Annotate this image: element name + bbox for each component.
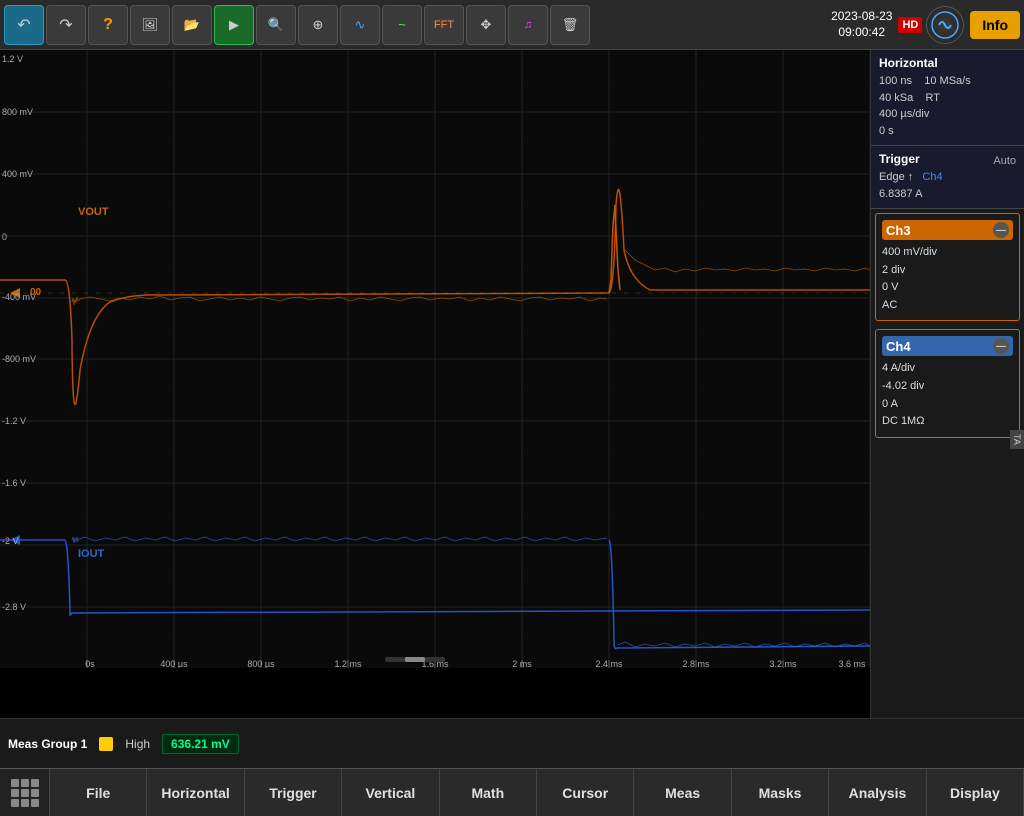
file-button[interactable]: 📂 bbox=[172, 5, 212, 45]
high-label: High bbox=[125, 737, 150, 751]
ch4-values: 4 A/div -4.02 div 0 A DC 1MΩ bbox=[882, 360, 1013, 430]
trigger-level: 6.8387 A bbox=[879, 186, 1016, 203]
menu-display[interactable]: Display bbox=[927, 769, 1024, 816]
hd-badge: HD bbox=[898, 17, 922, 33]
meas-bar: Meas Group 1 High 636.21 mV bbox=[0, 718, 1024, 768]
menu-file[interactable]: File bbox=[50, 769, 147, 816]
math-button[interactable]: ∿ bbox=[340, 5, 380, 45]
svg-text:1.2 V: 1.2 V bbox=[2, 54, 23, 64]
svg-text:800 µs: 800 µs bbox=[247, 659, 275, 668]
ch3-coupling: AC bbox=[882, 297, 1013, 315]
redo-button[interactable]: ↷ bbox=[46, 5, 86, 45]
ta-label: TA bbox=[1010, 430, 1024, 449]
wave-button[interactable]: ~ bbox=[382, 5, 422, 45]
timebase-value: 100 ns 10 MSa/s bbox=[879, 73, 1016, 90]
rt-mode: RT bbox=[925, 92, 939, 104]
svg-text:400 µs: 400 µs bbox=[160, 659, 188, 668]
ch3-header: Ch3 — bbox=[882, 220, 1013, 240]
svg-text:2.8 ms: 2.8 ms bbox=[682, 659, 710, 668]
horizontal-title: Horizontal bbox=[879, 56, 1016, 70]
meas-icon bbox=[99, 737, 113, 751]
ch3-div: 2 div bbox=[882, 262, 1013, 280]
trigger-values: Edge ↑ Ch4 6.8387 A bbox=[879, 169, 1016, 202]
svg-text:-2 V: -2 V bbox=[2, 536, 19, 546]
menu-trigger[interactable]: Trigger bbox=[245, 769, 342, 816]
svg-text:VOUT: VOUT bbox=[78, 206, 109, 218]
ch3-title: Ch3 bbox=[886, 223, 911, 238]
svg-text:-C4: -C4 bbox=[2, 667, 17, 668]
grid-menu-button[interactable] bbox=[0, 769, 50, 816]
svg-text:800 mV: 800 mV bbox=[2, 107, 33, 117]
screenshot-button[interactable]: 🖼 bbox=[130, 5, 170, 45]
time-text: 09:00:42 bbox=[831, 25, 892, 41]
horizontal-values: 100 ns 10 MSa/s 40 kSa RT 400 µs/div 0 s bbox=[879, 73, 1016, 139]
menu-meas[interactable]: Meas bbox=[634, 769, 731, 816]
ch4-div: -4.02 div bbox=[882, 378, 1013, 396]
ch4-coupling: DC 1MΩ bbox=[882, 413, 1013, 431]
ch4-section: Ch4 — 4 A/div -4.02 div 0 A DC 1MΩ bbox=[875, 329, 1020, 437]
ch3-section: Ch3 — 400 mV/div 2 div 0 V AC bbox=[875, 213, 1020, 321]
horizontal-section: Horizontal 100 ns 10 MSa/s 40 kSa RT 400… bbox=[871, 50, 1024, 146]
fft-button[interactable]: FFT bbox=[424, 5, 464, 45]
cursor-button[interactable]: ⊕ bbox=[298, 5, 338, 45]
svg-text:-800 mV: -800 mV bbox=[2, 354, 36, 364]
toolbar: ↶ ↷ ? 🖼 📂 ▶ 🔍 ⊕ ∿ ~ FFT ✥ ♫ 🗑 2023-08-23… bbox=[0, 0, 1024, 50]
ch4-header: Ch4 — bbox=[882, 336, 1013, 356]
high-value: 636.21 mV bbox=[162, 734, 239, 754]
undo-button[interactable]: ↶ bbox=[4, 5, 44, 45]
ch3-minus-button[interactable]: — bbox=[993, 222, 1009, 238]
menu-bar: File Horizontal Trigger Vertical Math Cu… bbox=[0, 768, 1024, 816]
div-value: 400 µs/div bbox=[879, 106, 1016, 123]
scope-area[interactable]: 00 VOUT IOUT -C4 bbox=[0, 50, 870, 718]
trigger-title: Trigger bbox=[879, 152, 920, 166]
sample-count: 40 kSa bbox=[879, 92, 913, 104]
help-button[interactable]: ? bbox=[88, 5, 128, 45]
grid-icon bbox=[11, 779, 39, 807]
svg-text:-2.8 V: -2.8 V bbox=[2, 602, 26, 612]
trigger-section: Trigger Auto Edge ↑ Ch4 6.8387 A bbox=[871, 146, 1024, 209]
trigger-mode: Auto bbox=[993, 155, 1016, 167]
ch3-values: 400 mV/div 2 div 0 V AC bbox=[882, 244, 1013, 314]
svg-text:2.4 ms: 2.4 ms bbox=[595, 659, 623, 668]
svg-text:3.2 ms: 3.2 ms bbox=[769, 659, 797, 668]
ch4-minus-button[interactable]: — bbox=[993, 338, 1009, 354]
menu-math[interactable]: Math bbox=[440, 769, 537, 816]
ch4-offset: 0 A bbox=[882, 396, 1013, 414]
svg-text:-1.6 V: -1.6 V bbox=[2, 478, 26, 488]
menu-horizontal[interactable]: Horizontal bbox=[147, 769, 244, 816]
ch3-volts-div: 400 mV/div bbox=[882, 244, 1013, 262]
right-panel: Horizontal 100 ns 10 MSa/s 40 kSa RT 400… bbox=[870, 50, 1024, 718]
svg-text:-1.2 V: -1.2 V bbox=[2, 416, 26, 426]
date-text: 2023-08-23 bbox=[831, 9, 892, 25]
ch4-amps-div: 4 A/div bbox=[882, 360, 1013, 378]
svg-text:1.2 ms: 1.2 ms bbox=[334, 659, 362, 668]
logo-icon bbox=[926, 6, 964, 44]
menu-analysis[interactable]: Analysis bbox=[829, 769, 926, 816]
svg-text:-400 mV: -400 mV bbox=[2, 292, 36, 302]
run-button[interactable]: ▶ bbox=[214, 5, 254, 45]
svg-text:3.6 ms: 3.6 ms bbox=[838, 659, 866, 668]
main-area: 00 VOUT IOUT -C4 bbox=[0, 50, 1024, 718]
menu-masks[interactable]: Masks bbox=[732, 769, 829, 816]
spectrum-button[interactable]: ♫ bbox=[508, 5, 548, 45]
ch3-offset: 0 V bbox=[882, 279, 1013, 297]
menu-cursor[interactable]: Cursor bbox=[537, 769, 634, 816]
menu-vertical[interactable]: Vertical bbox=[342, 769, 439, 816]
svg-text:400 mV: 400 mV bbox=[2, 169, 33, 179]
waveform-display: 00 VOUT IOUT -C4 bbox=[0, 50, 870, 668]
trigger-type: Edge ↑ bbox=[879, 171, 913, 183]
cursor2-button[interactable]: ✥ bbox=[466, 5, 506, 45]
trigger-channel: Ch4 bbox=[922, 171, 942, 183]
ch4-title: Ch4 bbox=[886, 339, 911, 354]
offset-value: 0 s bbox=[879, 123, 1016, 140]
zoom-button[interactable]: 🔍 bbox=[256, 5, 296, 45]
delete-button[interactable]: 🗑 bbox=[550, 5, 590, 45]
svg-text:0: 0 bbox=[2, 232, 7, 242]
svg-text:IOUT: IOUT bbox=[78, 548, 105, 560]
info-button[interactable]: Info bbox=[970, 11, 1020, 39]
datetime-display: 2023-08-23 09:00:42 bbox=[831, 9, 892, 40]
svg-text:2 ms: 2 ms bbox=[512, 659, 532, 668]
svg-text:0s: 0s bbox=[85, 659, 95, 668]
meas-group-label: Meas Group 1 bbox=[8, 737, 87, 751]
